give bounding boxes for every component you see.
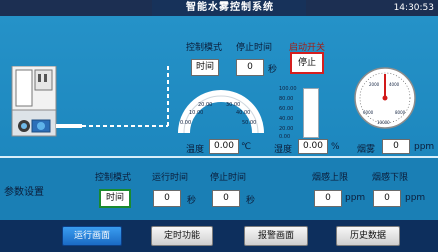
params-smoke-upper-unit: ppm <box>345 193 366 203</box>
nav-alarm-button[interactable]: 报警画面 <box>244 226 308 246</box>
smoke-tick-4: 10000 <box>377 120 390 125</box>
temp-tick-3: 30.00 <box>226 102 241 108</box>
temperature-ticks: 0.00 10.00 20.00 30.00 40.00 50.00 <box>178 96 264 126</box>
params-smoke-lower-unit: ppm <box>405 193 426 203</box>
smoke-unit: ppm <box>414 142 435 152</box>
nav-history-button[interactable]: 历史数据 <box>336 226 400 246</box>
smoke-value: 0 <box>382 139 410 154</box>
humidity-unit: % <box>331 142 340 152</box>
temp-tick-2: 20.00 <box>198 102 213 108</box>
humidity-bar <box>303 88 319 138</box>
temp-tick-5: 50.00 <box>242 120 257 126</box>
params-panel <box>0 156 438 222</box>
page-title: 智能水雾控制系统 <box>186 2 274 13</box>
params-mode-field[interactable]: 时间 <box>99 189 131 208</box>
temperature-unit: ℃ <box>241 142 252 152</box>
params-stop-time-field[interactable]: 0 <box>212 190 240 207</box>
params-run-time-label: 运行时间 <box>152 173 189 183</box>
hum-tick-5: 0.00 <box>279 134 291 140</box>
clock: 14:30:53 <box>393 3 434 13</box>
params-mode-label: 控制模式 <box>95 173 132 183</box>
temperature-label: 温度 <box>186 145 205 155</box>
hum-tick-3: 40.00 <box>279 116 294 122</box>
nav-run-button[interactable]: 运行画面 <box>62 226 122 246</box>
smoke-label: 烟雾 <box>357 145 376 155</box>
params-stop-time-label: 停止时间 <box>210 173 247 183</box>
smoke-tick-0: 2000 <box>369 82 380 87</box>
params-stop-time-unit: 秒 <box>246 196 256 206</box>
mode-label: 控制模式 <box>186 43 223 53</box>
stop-time-label: 停止时间 <box>236 43 273 53</box>
hum-tick-1: 80.00 <box>279 96 294 102</box>
start-switch-button[interactable]: 停止 <box>290 52 324 74</box>
params-title: 参数设置 <box>4 187 44 198</box>
humidity-scale: 100.00 80.00 60.00 40.00 20.00 0.00 <box>279 86 323 140</box>
humidity-label: 湿度 <box>274 145 293 155</box>
temp-tick-1: 10.00 <box>189 110 204 116</box>
smoke-dial-ticks: 2000 4000 6000 8000 10000 <box>353 66 417 130</box>
temp-tick-0: 0.00 <box>180 120 192 126</box>
hum-tick-2: 60.00 <box>279 106 294 112</box>
stop-time-field[interactable]: 0 <box>236 59 264 76</box>
hum-tick-4: 20.00 <box>279 126 294 132</box>
mode-field[interactable]: 时间 <box>191 59 219 76</box>
params-smoke-upper-field[interactable]: 0 <box>314 190 342 207</box>
params-run-time-unit: 秒 <box>187 196 197 206</box>
humidity-value: 0.00 <box>298 139 328 154</box>
params-smoke-lower-label: 烟感下限 <box>372 173 409 183</box>
params-run-time-field[interactable]: 0 <box>153 190 181 207</box>
params-smoke-upper-label: 烟感上限 <box>312 173 349 183</box>
params-smoke-lower-field[interactable]: 0 <box>373 190 401 207</box>
temp-tick-4: 40.00 <box>236 110 251 116</box>
smoke-tick-1: 4000 <box>389 82 400 87</box>
stop-time-unit: 秒 <box>268 65 278 75</box>
nav-timer-button[interactable]: 定时功能 <box>151 226 213 246</box>
smoke-tick-3: 8000 <box>395 110 406 115</box>
smoke-tick-2: 6000 <box>363 110 374 115</box>
temperature-value: 0.00 <box>209 139 239 154</box>
hum-tick-0: 100.00 <box>279 86 297 92</box>
